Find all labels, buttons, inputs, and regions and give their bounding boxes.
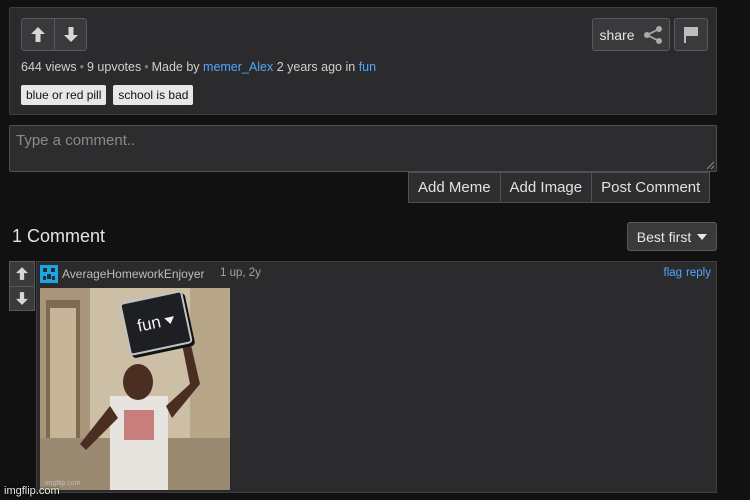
comment-username[interactable]: AverageHomeworkEnjoyer: [62, 267, 205, 281]
arrow-down-icon: [63, 27, 78, 42]
downvote-button[interactable]: [54, 19, 86, 50]
tag-list: blue or red pill school is bad: [21, 85, 194, 105]
share-label: share: [599, 26, 635, 43]
comment-flag-link[interactable]: flag: [664, 267, 683, 279]
comment-meta: 1 up, 2y: [220, 267, 261, 279]
arrow-up-icon: [16, 267, 28, 281]
share-button[interactable]: share: [592, 18, 670, 51]
tag[interactable]: school is bad: [113, 85, 194, 105]
comment-links: flag reply: [664, 267, 711, 279]
post-vote-group: [21, 18, 87, 51]
author-link[interactable]: memer_Alex: [203, 60, 273, 74]
comment-input[interactable]: Type a comment..: [9, 125, 717, 172]
view-count: 644 views: [21, 60, 77, 74]
comment-downvote-button[interactable]: [10, 285, 34, 311]
comment-count: 1 Comment: [12, 226, 106, 246]
comment-vote-group: [9, 261, 35, 311]
composer-actions: Add Meme Add Image Post Comment: [408, 172, 711, 203]
sort-label: Best first: [636, 228, 692, 245]
add-meme-button[interactable]: Add Meme: [409, 173, 500, 202]
site-watermark: imgflip.com: [4, 485, 60, 497]
flag-icon: [684, 26, 698, 43]
meme-sign-text: fun: [135, 312, 163, 336]
caret-down-icon: [697, 233, 708, 240]
comment-reply-link[interactable]: reply: [686, 267, 711, 279]
share-icon: [643, 25, 662, 44]
comment-meme-image[interactable]: fun imgflip.com: [40, 288, 230, 490]
separator-dot: •: [144, 60, 149, 74]
resize-handle-icon[interactable]: [706, 161, 714, 169]
stream-link[interactable]: fun: [359, 60, 376, 74]
sort-dropdown[interactable]: Best first: [627, 222, 717, 251]
arrow-down-icon: [16, 291, 28, 305]
upvote-count: 9 upvotes: [86, 60, 142, 74]
comment-upvote-button[interactable]: [10, 262, 34, 286]
arrow-up-icon: [31, 27, 45, 42]
tag[interactable]: blue or red pill: [21, 85, 107, 105]
post-meta: 644 views • 9 upvotes • Made by memer_Alex 2…: [21, 60, 376, 74]
add-image-button[interactable]: Add Image: [499, 173, 592, 202]
comment-placeholder: Type a comment..: [16, 132, 136, 149]
avatar[interactable]: [40, 265, 58, 283]
post-age: 2 years ago in: [276, 60, 356, 74]
comment: AverageHomeworkEnjoyer 1 up, 2y flag rep…: [36, 261, 717, 493]
post-comment-button[interactable]: Post Comment: [591, 173, 709, 202]
upvote-button[interactable]: [22, 19, 54, 50]
flag-button[interactable]: [674, 18, 708, 51]
post-info-panel: share 644 views • 9 upvotes • Made by memer_…: [9, 7, 717, 115]
caret-down-icon: [163, 315, 176, 325]
separator-dot: •: [79, 60, 84, 74]
made-by-label: Made by: [151, 60, 200, 74]
